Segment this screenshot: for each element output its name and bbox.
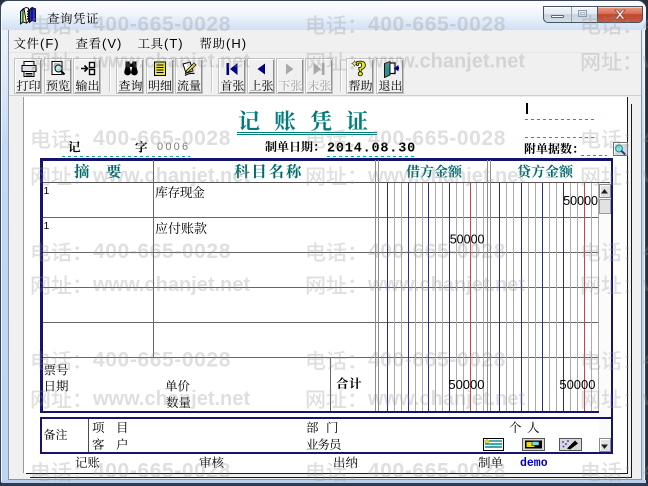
- svg-text:www.chanjet.net: www.chanjet.net: [642, 165, 648, 187]
- svg-text:www.chanjet.net: www.chanjet.net: [642, 388, 648, 410]
- svg-text:(H): (H): [226, 36, 247, 51]
- svg-text:(F): (F): [40, 36, 60, 51]
- svg-text:www.chanjet.net: www.chanjet.net: [367, 51, 525, 73]
- svg-text:www.chanjet.net: www.chanjet.net: [92, 388, 250, 410]
- svg-text:400-665-0028: 400-665-0028: [643, 460, 648, 483]
- svg-text:demo: demo: [520, 457, 548, 470]
- svg-text:www.chanjet.net: www.chanjet.net: [92, 51, 250, 73]
- svg-text:50000: 50000: [559, 377, 595, 392]
- svg-text:400-665-0028: 400-665-0028: [643, 127, 648, 150]
- svg-text:www.chanjet.net: www.chanjet.net: [367, 388, 525, 410]
- svg-text:www.chanjet.net: www.chanjet.net: [92, 274, 250, 296]
- svg-text:400-665-0028: 400-665-0028: [93, 13, 231, 36]
- svg-text:400-665-0028: 400-665-0028: [643, 349, 648, 372]
- svg-text:(V): (V): [102, 36, 122, 51]
- svg-text:www.chanjet.net: www.chanjet.net: [642, 274, 648, 296]
- svg-text:www.chanjet.net: www.chanjet.net: [642, 51, 648, 73]
- svg-text:50000: 50000: [563, 194, 598, 208]
- svg-text:400-665-0028: 400-665-0028: [368, 240, 506, 263]
- svg-text:400-665-0028: 400-665-0028: [643, 13, 648, 36]
- svg-text:400-665-0028: 400-665-0028: [368, 13, 506, 36]
- svg-text:400-665-0028: 400-665-0028: [93, 460, 231, 483]
- svg-text:400-665-0028: 400-665-0028: [368, 460, 506, 483]
- svg-text:www.chanjet.net: www.chanjet.net: [367, 274, 525, 296]
- svg-text:www.chanjet.net: www.chanjet.net: [367, 165, 525, 187]
- svg-text:1: 1: [44, 185, 50, 197]
- svg-text:400-665-0028: 400-665-0028: [93, 127, 231, 150]
- svg-text:400-665-0028: 400-665-0028: [643, 240, 648, 263]
- svg-text:400-665-0028: 400-665-0028: [368, 349, 506, 372]
- svg-text:400-665-0028: 400-665-0028: [93, 349, 231, 372]
- svg-text:400-665-0028: 400-665-0028: [93, 240, 231, 263]
- svg-text:1: 1: [44, 220, 50, 232]
- svg-text:www.chanjet.net: www.chanjet.net: [92, 165, 250, 187]
- svg-text:(T): (T): [164, 36, 184, 51]
- svg-text:400-665-0028: 400-665-0028: [368, 127, 506, 150]
